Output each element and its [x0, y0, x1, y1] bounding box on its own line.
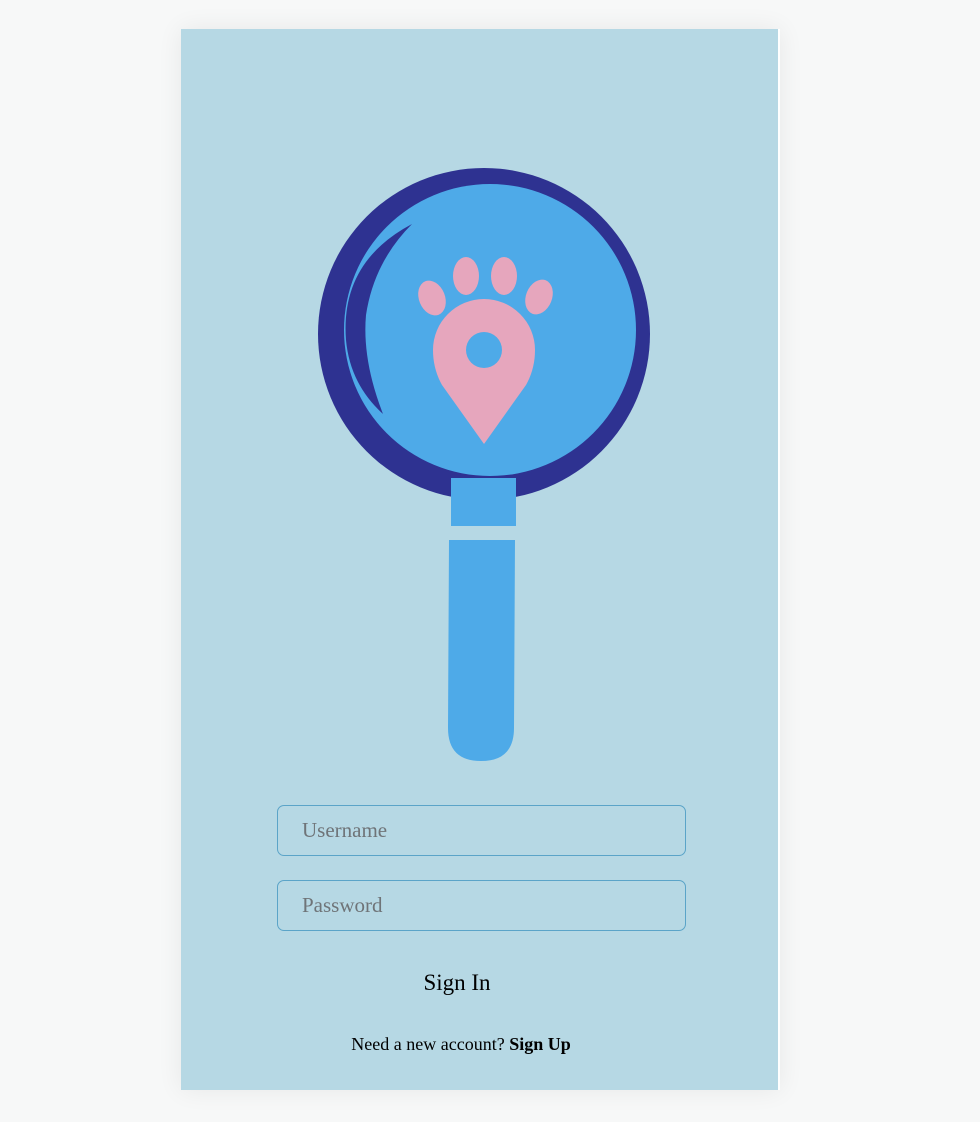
paw-toe-3: [491, 257, 517, 295]
sign-up-link[interactable]: Sign Up: [509, 1034, 571, 1054]
pin-hole: [466, 332, 502, 368]
paw-location-magnifier-logo: [318, 168, 650, 761]
magnifier-handle: [448, 540, 515, 761]
signup-prompt-text: Need a new account?: [351, 1034, 505, 1054]
username-input[interactable]: [277, 805, 686, 856]
signup-prompt-line: Need a new account? Sign Up: [260, 1034, 662, 1055]
paw-toe-2: [453, 257, 479, 295]
sign-in-button[interactable]: Sign In: [395, 962, 519, 1004]
password-input[interactable]: [277, 880, 686, 931]
